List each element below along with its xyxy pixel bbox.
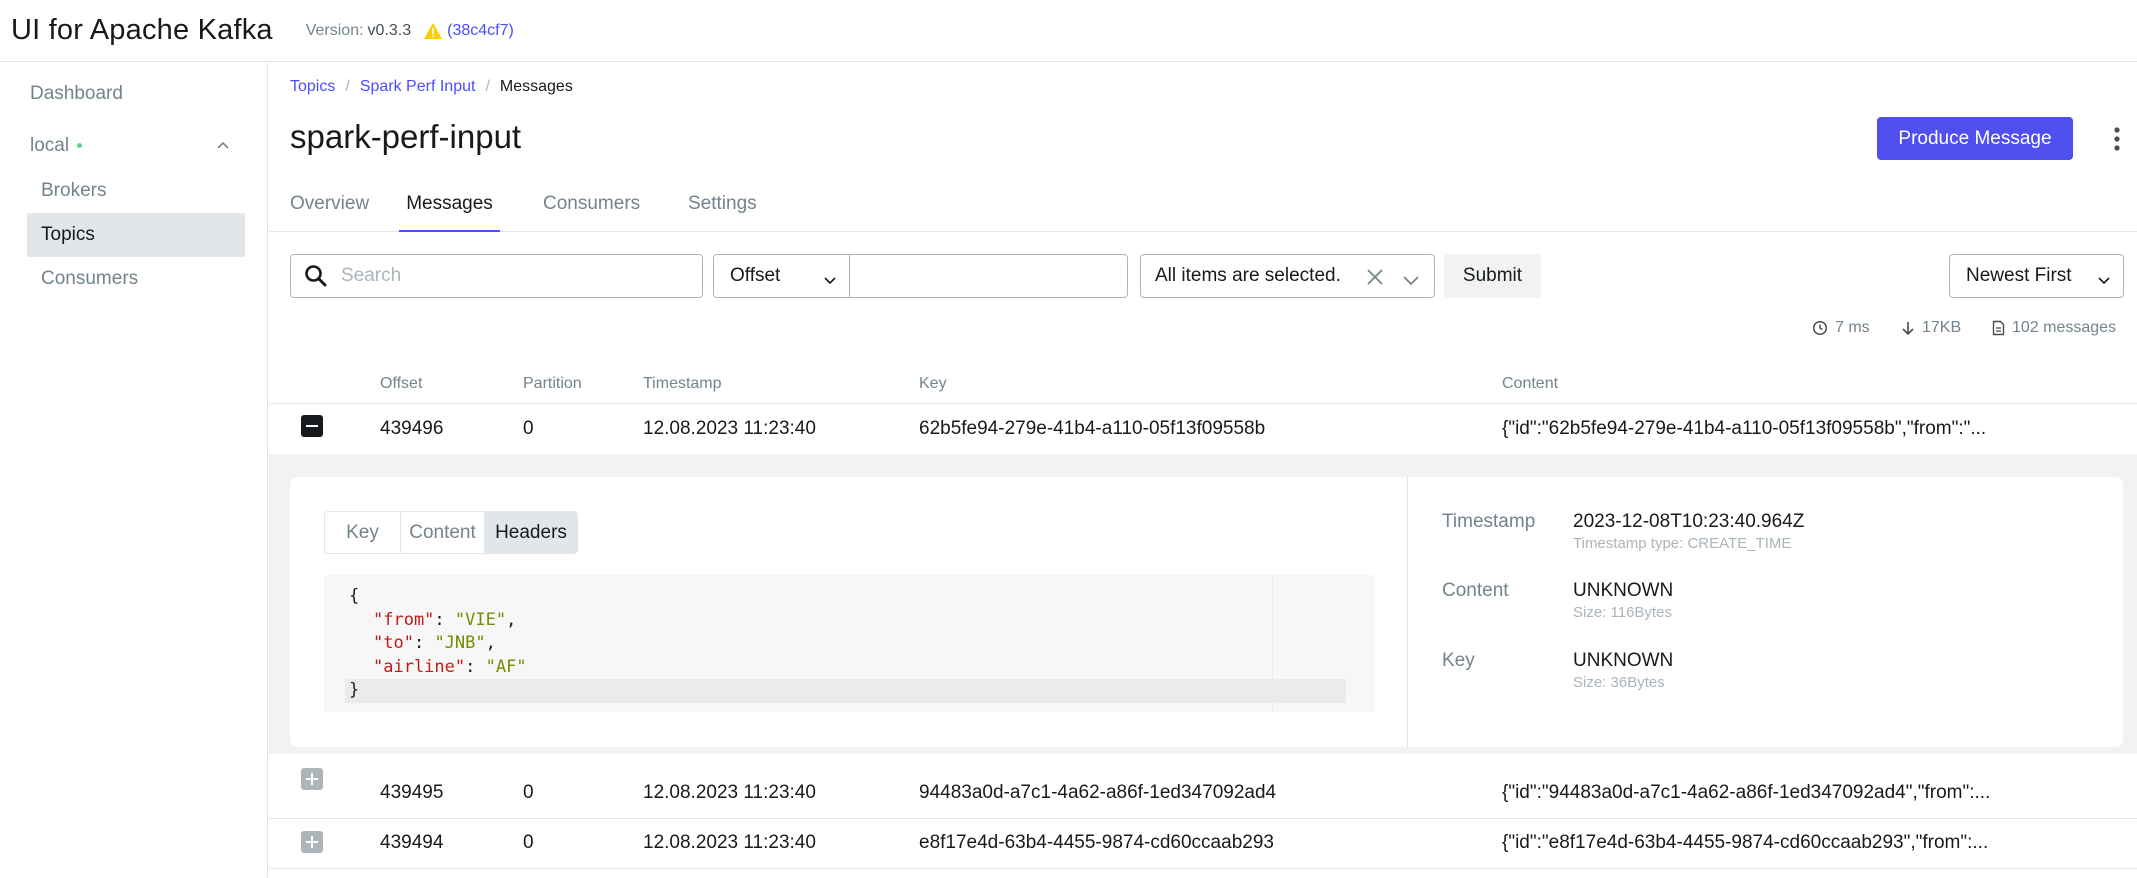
sidebar-item-consumers[interactable]: Consumers [41, 268, 138, 290]
cluster-name: local [30, 135, 70, 156]
version-value: v0.3.3 [367, 21, 412, 39]
column-key: Key [919, 375, 947, 392]
row-content: {"id":"e8f17e4d-63b4-4455-9874-cd60ccaab… [1502, 832, 1989, 853]
tab-consumers[interactable]: Consumers [543, 190, 640, 232]
column-offset: Offset [380, 375, 423, 392]
status-dot-icon [77, 143, 83, 149]
code-line: "from": "VIE", [373, 609, 517, 630]
chevron-up-icon[interactable] [216, 139, 230, 153]
preview-tab-content[interactable]: Content [401, 512, 485, 553]
column-content: Content [1502, 375, 1559, 392]
meta-timestamp-type: Timestamp type: CREATE_TIME [1573, 535, 1792, 552]
search-icon [303, 263, 329, 289]
row-key: 62b5fe94-279e-41b4-a110-05f13f09558b [919, 418, 1266, 439]
headers-code-viewer[interactable]: { "from": "VIE", "to": "JNB", "airline":… [324, 575, 1374, 712]
clock-icon [1812, 320, 1828, 336]
bytes-stat: 17KB [1901, 319, 1961, 337]
produce-message-button[interactable]: Produce Message [1877, 117, 2073, 160]
tab-settings[interactable]: Settings [688, 190, 757, 232]
arrow-down-icon [1902, 322, 1914, 336]
code-line: "airline": "AF" [373, 656, 527, 677]
code-line: "to": "JNB", [373, 633, 496, 653]
partitions-value: All items are selected. [1155, 265, 1341, 286]
preview-tab-key[interactable]: Key [325, 512, 401, 553]
sort-value: Newest First [1966, 265, 2072, 286]
breadcrumb: Topics / Spark Perf Input / Messages [290, 78, 573, 95]
meta-timestamp-label: Timestamp [1442, 511, 1536, 532]
partitions-select[interactable]: All items are selected. [1140, 254, 1435, 298]
sidebar-cluster-local[interactable]: local [30, 135, 83, 157]
elapsed-stat: 7 ms [1812, 319, 1870, 337]
offset-input[interactable] [849, 254, 1128, 298]
preview-tab-headers[interactable]: Headers [485, 512, 577, 553]
seek-type-select[interactable]: Offset [713, 254, 850, 298]
sidebar-item-topics-label[interactable]: Topics [41, 224, 95, 246]
submit-button[interactable]: Submit [1444, 254, 1541, 298]
messages-stat: 102 messages [1992, 319, 2116, 337]
top-navbar: UI for Apache Kafka Version: v0.3.3 (38c… [0, 0, 2137, 62]
more-options-icon[interactable] [2112, 125, 2122, 153]
collapse-icon[interactable] [301, 415, 323, 437]
row-content: {"id":"94483a0d-a7c1-4a62-a86f-1ed347092… [1502, 782, 1991, 803]
row-offset: 439495 [380, 782, 444, 803]
bytes-value: 17KB [1922, 319, 1962, 336]
breadcrumb-current: Messages [499, 78, 573, 95]
row-content: {"id":"62b5fe94-279e-41b4-a110-05f13f095… [1502, 418, 1987, 439]
warning-icon [423, 22, 443, 40]
chevron-down-icon [2097, 271, 2111, 285]
meta-content-label: Content [1442, 580, 1509, 601]
meta-key-size: Size: 36Bytes [1573, 674, 1665, 691]
search-input[interactable] [341, 265, 681, 287]
row-timestamp: 12.08.2023 11:23:40 [643, 418, 816, 439]
seek-type-value: Offset [730, 265, 781, 286]
row-key: e8f17e4d-63b4-4455-9874-cd60ccaab293 [919, 832, 1274, 853]
preview-tabs: Key Content Headers [324, 511, 578, 554]
meta-key-label: Key [1442, 650, 1475, 671]
expand-icon[interactable] [301, 768, 323, 790]
row-partition: 0 [523, 782, 534, 803]
commit-link[interactable]: (38c4cf7) [447, 22, 514, 40]
row-key: 94483a0d-a7c1-4a62-a86f-1ed347092ad4 [919, 782, 1277, 803]
clear-icon[interactable] [1366, 268, 1384, 286]
elapsed-value: 7 ms [1835, 319, 1870, 336]
messages-value: 102 messages [2012, 319, 2117, 336]
chevron-down-icon [823, 271, 837, 285]
version-label: Version: [305, 21, 364, 39]
column-timestamp: Timestamp [643, 375, 722, 392]
row-partition: 0 [523, 832, 534, 853]
row-timestamp: 12.08.2023 11:23:40 [643, 782, 816, 803]
breadcrumb-topic[interactable]: Spark Perf Input [360, 78, 476, 95]
meta-content-value: UNKNOWN [1573, 580, 1674, 601]
breadcrumb-topics[interactable]: Topics [290, 78, 335, 95]
sidebar: Dashboard local Brokers Topics Consumers [0, 63, 268, 878]
chevron-down-icon[interactable] [1402, 271, 1420, 286]
page-title: spark-perf-input [290, 118, 522, 155]
expand-icon[interactable] [301, 831, 323, 853]
row-offset: 439496 [380, 418, 444, 439]
search-field[interactable] [290, 254, 703, 298]
app-title[interactable]: UI for Apache Kafka [11, 14, 273, 47]
main-content: Topics / Spark Perf Input / Messages spark-p… [269, 63, 2137, 878]
tab-overview[interactable]: Overview [290, 190, 369, 232]
topic-tabs: Overview Messages Consumers Settings [269, 190, 2137, 232]
row-timestamp: 12.08.2023 11:23:40 [643, 832, 816, 853]
sort-select[interactable]: Newest First [1949, 254, 2124, 298]
meta-key-value: UNKNOWN [1573, 650, 1674, 671]
file-icon [1992, 320, 2005, 336]
tab-messages[interactable]: Messages [399, 190, 500, 232]
sidebar-item-dashboard[interactable]: Dashboard [30, 83, 123, 105]
meta-timestamp-value: 2023-12-08T10:23:40.964Z [1573, 511, 1805, 532]
sidebar-item-brokers[interactable]: Brokers [41, 180, 106, 202]
column-partition: Partition [523, 375, 582, 392]
row-offset: 439494 [380, 832, 444, 853]
row-partition: 0 [523, 418, 534, 439]
meta-content-size: Size: 116Bytes [1573, 604, 1672, 621]
